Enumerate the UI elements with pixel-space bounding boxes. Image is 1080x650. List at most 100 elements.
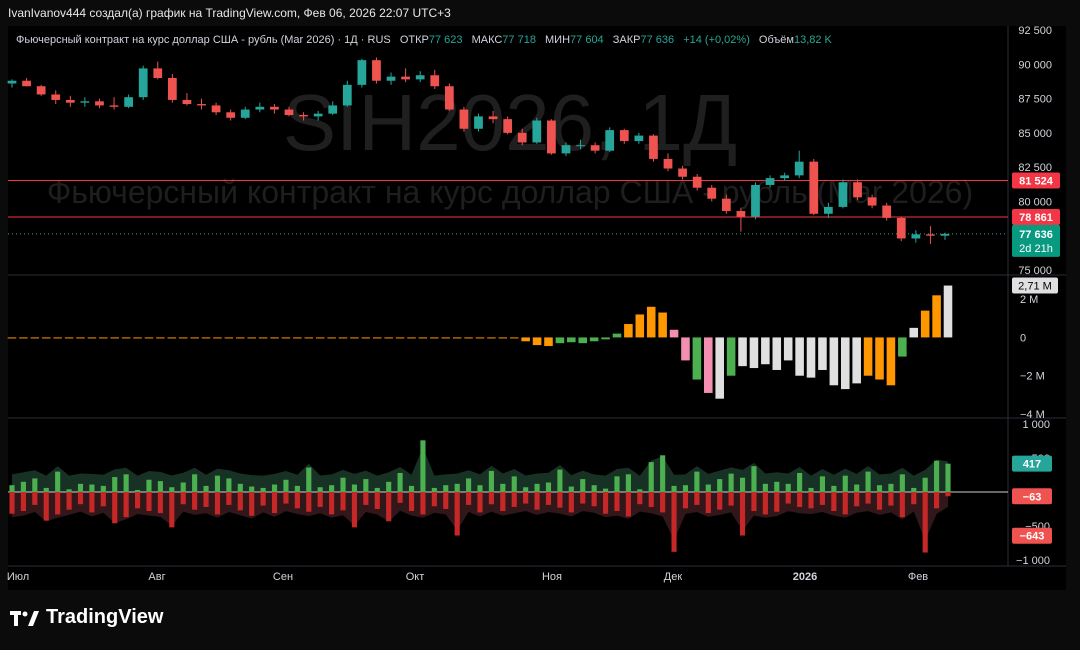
oscillator-bar — [53, 337, 62, 339]
volume-buy-bar — [169, 487, 175, 492]
tradingview-logo[interactable]: TradingView — [10, 606, 163, 629]
oscillator-bar — [704, 337, 713, 393]
candle-body — [707, 187, 717, 199]
volume-buy-bar — [397, 472, 403, 492]
tradingview-logo-icon — [10, 610, 39, 626]
volume-buy-bar — [854, 484, 860, 492]
legend-close-value: 77 636 — [640, 34, 675, 46]
candle-body — [751, 184, 760, 217]
candle-body — [824, 206, 833, 214]
volume-sell-bar — [911, 492, 917, 505]
candle-body — [882, 205, 892, 218]
oscillator-bar — [99, 337, 108, 339]
time-axis-tick: Авг — [148, 571, 165, 583]
oscillator-bar — [840, 337, 850, 390]
candle-body — [605, 130, 615, 151]
watermark-description: Фьючерсный контракт на курс доллар США -… — [47, 174, 973, 210]
volume-sell-bar — [32, 492, 38, 505]
oscillator-bar — [578, 337, 588, 344]
volume-buy-bar — [705, 484, 711, 492]
oscillator-bar — [498, 337, 508, 339]
candle-body — [342, 84, 352, 106]
candle-body — [415, 75, 425, 80]
volume-sell-bar — [20, 492, 26, 512]
volume-sell-bar — [306, 492, 312, 512]
oscillator-bar — [338, 337, 348, 339]
volume-sell-bar — [260, 492, 266, 506]
volume-sell-bar — [637, 492, 643, 505]
time-axis-tick: Фев — [908, 571, 928, 583]
volume-sell-bar — [237, 492, 243, 511]
volume-sell-bar — [340, 492, 346, 511]
volume-sell-bar — [568, 492, 574, 513]
volume-buy-bar — [294, 485, 300, 492]
series-legend[interactable]: Фьючерсный контракт на курс доллар США -… — [16, 34, 832, 46]
oscillator-bar — [167, 337, 177, 339]
volume-buy-bar — [739, 477, 746, 492]
candle-body — [488, 116, 498, 120]
oscillator-bar — [886, 337, 896, 386]
candle-body — [109, 105, 119, 107]
oscillator-bar — [532, 337, 542, 346]
volume-buy-bar — [911, 487, 917, 492]
volume-sell-bar — [534, 492, 540, 510]
volume-sell-bar — [157, 492, 163, 514]
candle-body — [838, 182, 848, 207]
volume-buy-bar — [443, 485, 449, 492]
oscillator-bar — [258, 337, 268, 339]
oscillator-bar — [19, 337, 28, 339]
volume-sell-bar — [488, 492, 494, 505]
oscillator-bar — [293, 337, 302, 339]
volume-sell-bar — [945, 492, 951, 497]
candle-body — [532, 120, 542, 143]
volume-last-label: −643 — [1020, 531, 1045, 543]
time-axis-tick: Июл — [7, 571, 29, 583]
volume-buy-bar — [511, 476, 517, 492]
volume-buy-bar — [237, 483, 243, 492]
volume-sell-bar — [511, 492, 517, 507]
candle-body — [663, 158, 673, 169]
volume-buy-bar — [591, 485, 597, 492]
candle-body — [386, 76, 396, 81]
oscillator-bar — [475, 337, 485, 339]
volume-sell-bar — [329, 492, 335, 515]
volume-sell-bar — [317, 492, 323, 507]
oscillator-bar — [281, 337, 291, 339]
oscillator-bar — [156, 337, 165, 339]
volume-sell-bar — [865, 492, 871, 504]
volume-sell-bar — [169, 492, 175, 528]
oscillator-bar — [920, 310, 930, 338]
oscillator-bar — [681, 337, 690, 361]
volume-buy-bar — [466, 478, 472, 492]
last-price-countdown: 2d 21h — [1019, 243, 1053, 255]
volume-last-label: 417 — [1023, 459, 1041, 471]
volume-buy-bar — [717, 479, 723, 492]
volume-sell-bar — [671, 492, 677, 552]
oscillator-bar — [41, 337, 51, 339]
candle-body — [853, 182, 862, 198]
oscillator-bar — [635, 314, 645, 338]
volume-buy-bar — [602, 488, 609, 492]
volume-buy-bar — [660, 455, 666, 492]
volume-buy-bar — [488, 470, 494, 492]
volume-buy-bar — [214, 475, 221, 492]
oscillator-bar — [430, 337, 439, 339]
volume-sell-bar — [386, 492, 392, 522]
volume-buy-bar — [945, 463, 951, 492]
volume-sell-bar — [397, 492, 403, 503]
candle-body — [430, 75, 440, 87]
oscillator-bar — [646, 306, 656, 338]
volume-sell-bar — [271, 492, 278, 514]
chart-canvas[interactable]: SIH2026, 1Д Фьючерсный контракт на курс … — [0, 0, 1080, 650]
candle-body — [474, 116, 483, 129]
oscillator-bar — [932, 295, 941, 338]
oscillator-bar — [818, 337, 827, 370]
volume-sell-bar — [705, 492, 711, 514]
legend-open-label: ОТКР — [399, 34, 429, 46]
legend-symbol-name[interactable]: Фьючерсный контракт на курс доллар США -… — [16, 34, 391, 46]
volume-buy-bar — [648, 462, 654, 492]
volume-sell-bar — [55, 492, 61, 515]
volume-buy-bar — [249, 486, 255, 492]
volume-sell-bar — [545, 492, 552, 505]
candle-body — [590, 145, 600, 151]
